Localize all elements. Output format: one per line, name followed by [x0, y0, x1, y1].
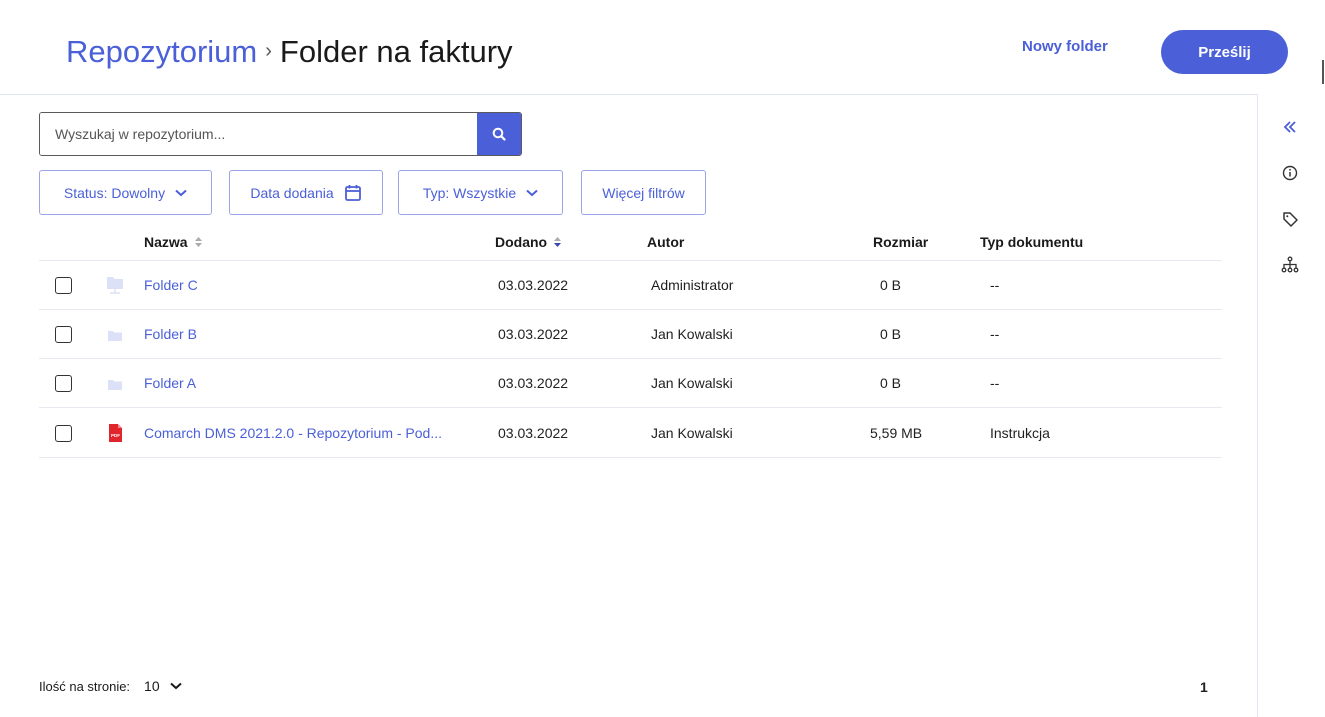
- more-filters-button[interactable]: Więcej filtrów: [581, 170, 706, 215]
- row-checkbox[interactable]: [55, 326, 72, 343]
- type-filter-dropdown[interactable]: Typ: Wszystkie: [398, 170, 563, 215]
- row-size: 5,59 MB: [870, 425, 923, 441]
- column-header-author-label: Autor: [647, 234, 685, 250]
- column-header-size-label: Rozmiar: [873, 234, 929, 250]
- table-row[interactable]: PDF Comarch DMS 2021.2.0 - Repozytorium …: [39, 409, 1222, 458]
- search-icon: [492, 127, 506, 141]
- info-icon[interactable]: [1270, 160, 1310, 186]
- more-filters-label: Więcej filtrów: [602, 184, 685, 201]
- row-name-link[interactable]: Folder A: [144, 375, 196, 391]
- search-bar: [39, 112, 522, 156]
- row-added: 03.03.2022: [498, 277, 569, 293]
- chevron-down-icon: [526, 189, 538, 196]
- repository-page: Repozytorium › Folder na faktury Nowy fo…: [0, 0, 1325, 717]
- row-doc-type: --: [990, 375, 1000, 391]
- row-name-link[interactable]: Comarch DMS 2021.2.0 - Repozytorium - Po…: [144, 425, 442, 441]
- row-checkbox[interactable]: [55, 277, 72, 294]
- sort-icon: [194, 237, 202, 247]
- column-header-name-label: Nazwa: [144, 234, 188, 250]
- row-added: 03.03.2022: [498, 425, 569, 441]
- table-row[interactable]: Folder B 03.03.2022 Jan Kowalski 0 B --: [39, 310, 1222, 359]
- svg-text:PDF: PDF: [111, 433, 120, 438]
- row-added: 03.03.2022: [498, 375, 569, 391]
- page-size-label: Ilość na stronie:: [39, 678, 131, 694]
- window-edge-marker: [1322, 60, 1324, 84]
- row-name-link[interactable]: Folder B: [144, 326, 197, 342]
- table-header: Nazwa Dodano Autor Rozmiar Typ dokumentu: [39, 223, 1222, 261]
- page-size-dropdown[interactable]: 10: [144, 678, 182, 694]
- hierarchy-icon[interactable]: [1270, 252, 1310, 278]
- row-author: Jan Kowalski: [651, 425, 733, 441]
- breadcrumb: Repozytorium › Folder na faktury: [66, 34, 513, 70]
- side-panel-divider: [1257, 94, 1258, 717]
- pagination-footer: Ilość na stronie: 10: [39, 678, 182, 694]
- page-header: Repozytorium › Folder na faktury Nowy fo…: [0, 0, 1325, 95]
- row-author: Jan Kowalski: [651, 375, 733, 391]
- shared-folder-icon: [107, 277, 123, 294]
- collapse-double-chevron-icon[interactable]: [1270, 114, 1310, 140]
- row-name-link[interactable]: Folder C: [144, 277, 198, 293]
- column-header-doc-type: Typ dokumentu: [980, 234, 1083, 250]
- row-doc-type: Instrukcja: [990, 425, 1050, 441]
- date-added-filter[interactable]: Data dodania: [229, 170, 383, 215]
- date-added-filter-label: Data dodania: [250, 184, 334, 201]
- column-header-doc-type-label: Typ dokumentu: [980, 234, 1084, 250]
- row-added: 03.03.2022: [498, 326, 569, 342]
- type-filter-label: Typ: Wszystkie: [422, 184, 517, 201]
- page-title: Folder na faktury: [279, 34, 513, 69]
- column-header-size: Rozmiar: [873, 234, 928, 250]
- row-size: 0 B: [880, 277, 902, 293]
- upload-button[interactable]: Prześlij: [1161, 30, 1288, 74]
- calendar-icon: [344, 184, 361, 201]
- table-row[interactable]: Folder A 03.03.2022 Jan Kowalski 0 B --: [39, 359, 1222, 408]
- search-input[interactable]: [40, 113, 477, 155]
- new-folder-button[interactable]: Nowy folder: [1022, 38, 1108, 55]
- page-size-value: 10: [144, 678, 160, 694]
- row-doc-type: --: [990, 277, 1000, 293]
- column-header-name[interactable]: Nazwa: [144, 234, 203, 250]
- row-size: 0 B: [880, 375, 902, 391]
- row-size: 0 B: [880, 326, 902, 342]
- row-author: Jan Kowalski: [651, 326, 733, 342]
- header-divider: [0, 94, 1258, 95]
- folder-icon: [108, 380, 122, 390]
- search-button[interactable]: [477, 113, 521, 155]
- chevron-down-icon: [175, 189, 187, 196]
- page-number[interactable]: 1: [1200, 679, 1208, 695]
- row-checkbox[interactable]: [55, 425, 72, 442]
- table-row[interactable]: Folder C 03.03.2022 Administrator 0 B --: [39, 261, 1222, 310]
- tag-icon[interactable]: [1270, 206, 1310, 232]
- folder-icon: [108, 331, 122, 341]
- column-header-added[interactable]: Dodano: [495, 234, 562, 250]
- row-doc-type: --: [990, 326, 1000, 342]
- status-filter-dropdown[interactable]: Status: Dowolny: [39, 170, 212, 215]
- column-header-added-label: Dodano: [495, 234, 548, 250]
- status-filter-label: Status: Dowolny: [63, 184, 166, 201]
- row-checkbox[interactable]: [55, 375, 72, 392]
- breadcrumb-root-link[interactable]: Repozytorium: [66, 34, 257, 70]
- column-header-author: Autor: [647, 234, 684, 250]
- chevron-down-icon: [169, 682, 182, 690]
- pdf-icon: PDF: [109, 424, 122, 442]
- sort-descending-icon: [554, 237, 562, 247]
- row-author: Administrator: [651, 277, 734, 293]
- breadcrumb-separator: ›: [265, 39, 272, 62]
